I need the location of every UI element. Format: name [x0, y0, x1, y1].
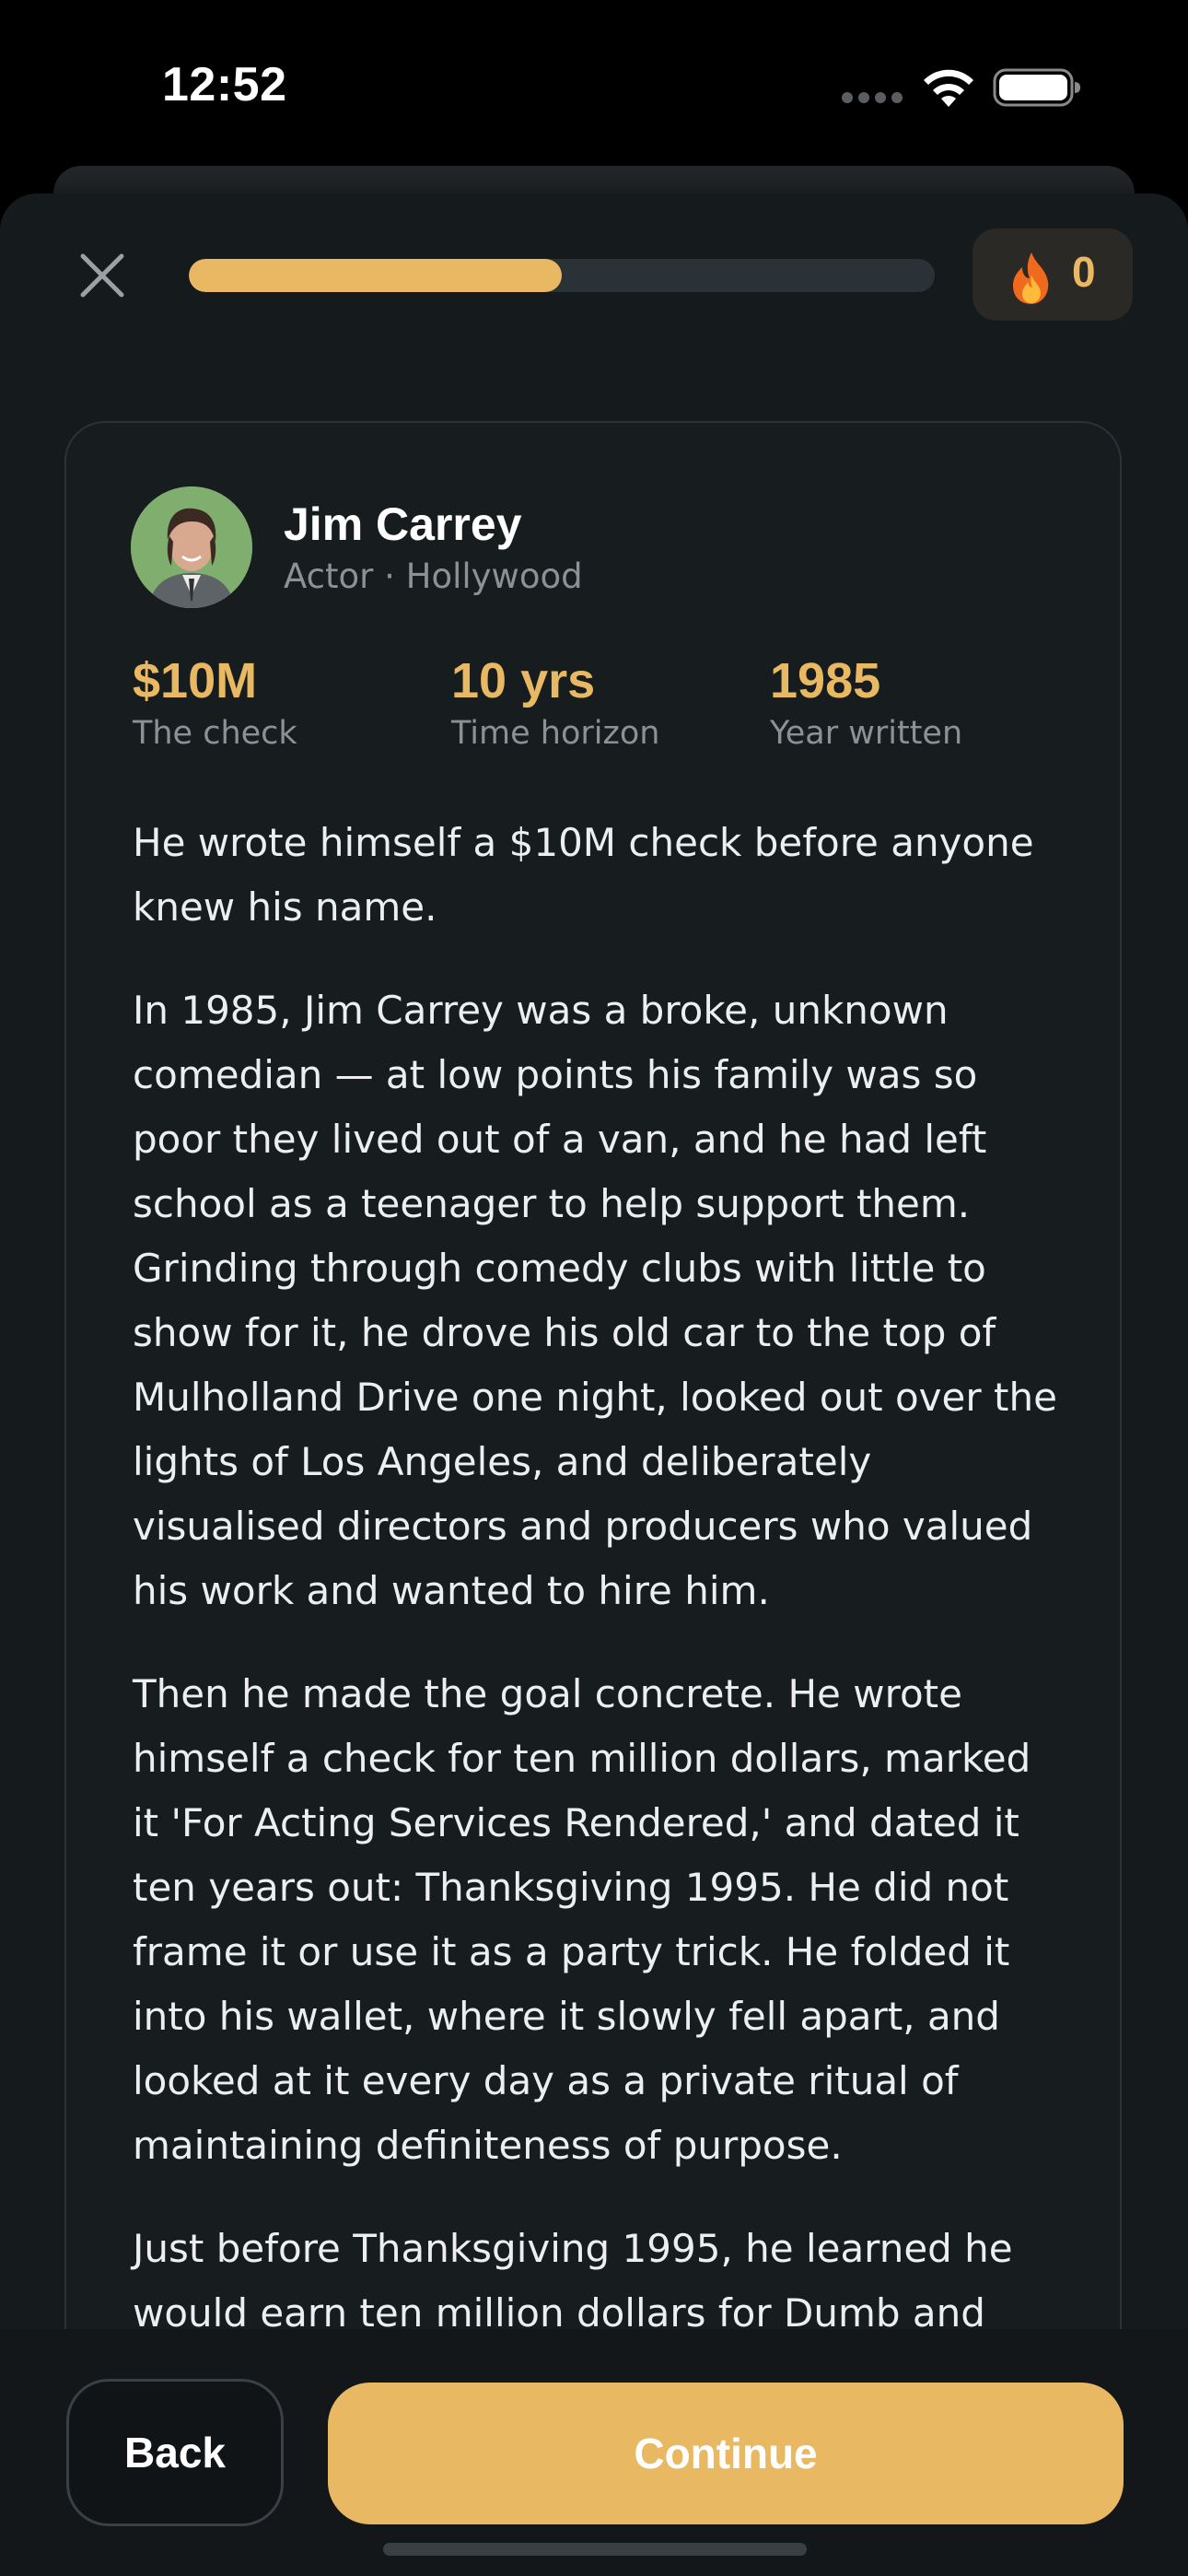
avatar — [131, 486, 252, 608]
progress-bar — [189, 259, 935, 292]
close-icon[interactable] — [74, 247, 131, 304]
stat-label: Time horizon — [451, 715, 660, 752]
stat-label: Year written — [770, 715, 963, 752]
screen: 12:52 0 Jim Carrey Actor · Hollywood $10… — [0, 0, 1188, 2576]
progress-fill — [189, 259, 562, 292]
stat-check: $10M The check — [133, 650, 297, 752]
stat-year-written: 1985 Year written — [770, 650, 962, 752]
status-time: 12:52 — [162, 58, 287, 111]
cellular-dots-icon — [842, 92, 903, 103]
back-button[interactable]: Back — [66, 2379, 284, 2526]
story-paragraph: He wrote himself a $10M check before any… — [133, 820, 1034, 930]
wifi-icon — [924, 69, 973, 107]
person-name: Jim Carrey — [284, 498, 522, 550]
story-text: He wrote himself a $10M check before any… — [133, 811, 1063, 2384]
story-paragraph: Just before Thanksgiving 1995, he learne… — [133, 2226, 1013, 2336]
stat-value: 10 yrs — [451, 653, 596, 708]
streak-count: 0 — [1072, 248, 1096, 296]
stat-value: $10M — [133, 653, 258, 708]
home-indicator — [383, 2543, 807, 2556]
stat-value: 1985 — [770, 653, 881, 708]
battery-icon — [993, 68, 1080, 107]
person-role: Actor · Hollywood — [284, 556, 583, 596]
streak-badge[interactable]: 0 — [973, 228, 1133, 321]
story-paragraph: Then he made the goal concrete. He wrote… — [133, 1671, 1031, 2168]
stat-time-horizon: 10 yrs Time horizon — [451, 650, 659, 752]
story-paragraph: In 1985, Jim Carrey was a broke, unknown… — [133, 988, 1057, 1613]
stat-label: The check — [133, 715, 297, 752]
continue-button[interactable]: Continue — [328, 2383, 1124, 2524]
fire-icon — [1013, 252, 1049, 304]
